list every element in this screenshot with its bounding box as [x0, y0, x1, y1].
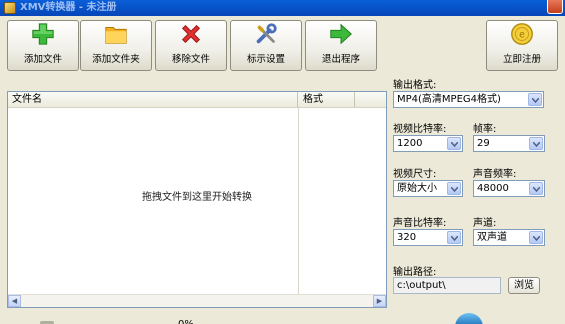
- register-now-button[interactable]: e 立即注册: [486, 20, 558, 71]
- chevron-down-icon[interactable]: [529, 231, 543, 244]
- chevron-down-icon[interactable]: [447, 231, 461, 244]
- frame-rate-value: 29: [477, 138, 490, 149]
- add-folder-label: 添加文件夹: [92, 54, 140, 65]
- output-path-field[interactable]: c:\output\: [393, 277, 501, 294]
- scroll-left-arrow-icon[interactable]: ◀: [8, 295, 21, 307]
- wrench-screwdriver-icon: [256, 23, 277, 44]
- chevron-down-icon[interactable]: [447, 137, 461, 150]
- arrow-right-icon: [330, 23, 352, 45]
- frame-rate-label: 帧率:: [473, 124, 497, 135]
- x-icon: [181, 24, 201, 44]
- chevron-down-icon[interactable]: [528, 93, 542, 106]
- exit-program-label: 退出程序: [321, 54, 360, 65]
- drop-hint: 拖拽文件到这里开始转换: [142, 192, 252, 203]
- register-now-label: 立即注册: [502, 54, 541, 65]
- file-list[interactable]: 文件名 格式 拖拽文件到这里开始转换 ◀ ▶: [7, 91, 387, 308]
- remove-file-label: 移除文件: [171, 54, 210, 65]
- add-file-button[interactable]: 添加文件: [7, 20, 79, 71]
- output-format-label: 输出格式:: [393, 80, 437, 91]
- app-icon: [4, 2, 16, 14]
- add-file-label: 添加文件: [23, 54, 62, 65]
- output-format-value: MP4(高清MPEG4格式): [397, 94, 501, 105]
- convert-start-icon[interactable]: [455, 313, 483, 324]
- file-list-header: 文件名 格式: [8, 92, 386, 108]
- video-bitrate-label: 视频比特率:: [393, 124, 447, 135]
- frame-rate-select[interactable]: 29: [473, 135, 545, 152]
- audio-channels-select[interactable]: 双声道: [473, 229, 545, 246]
- output-format-select[interactable]: MP4(高清MPEG4格式): [393, 91, 544, 108]
- video-size-select[interactable]: 原始大小: [393, 180, 463, 197]
- browse-button[interactable]: 浏览: [508, 277, 540, 294]
- close-button[interactable]: [547, 0, 563, 14]
- output-path-label: 输出路径:: [393, 267, 437, 278]
- plus-icon: [32, 23, 54, 45]
- title-bar: XMV转换器 - 未注册: [0, 0, 565, 16]
- video-bitrate-select[interactable]: 1200: [393, 135, 463, 152]
- show-settings-button[interactable]: 标示设置: [230, 20, 302, 71]
- svg-text:e: e: [519, 30, 525, 41]
- exit-program-button[interactable]: 退出程序: [305, 20, 377, 71]
- audio-bitrate-select[interactable]: 320: [393, 229, 463, 246]
- show-settings-label: 标示设置: [246, 54, 285, 65]
- audio-bitrate-label: 声音比特率:: [393, 218, 447, 229]
- chevron-down-icon[interactable]: [447, 182, 461, 195]
- video-bitrate-value: 1200: [397, 138, 423, 149]
- chevron-down-icon[interactable]: [529, 182, 543, 195]
- toolbar: 添加文件 添加文件夹 移除文件 标示设置 退出程序 e 立即注册: [0, 16, 565, 72]
- audio-sample-rate-select[interactable]: 48000: [473, 180, 545, 197]
- column-header-format[interactable]: 格式: [299, 92, 355, 107]
- audio-bitrate-value: 320: [397, 232, 417, 243]
- video-size-label: 视频尺寸:: [393, 169, 437, 180]
- chevron-down-icon[interactable]: [529, 137, 543, 150]
- video-size-value: 原始大小: [397, 183, 437, 194]
- window-title: XMV转换器 - 未注册: [20, 1, 117, 13]
- horizontal-scrollbar[interactable]: ◀ ▶: [8, 294, 386, 307]
- scroll-right-arrow-icon[interactable]: ▶: [373, 295, 386, 307]
- remove-file-button[interactable]: 移除文件: [155, 20, 227, 71]
- progress-percent: 0%: [178, 319, 194, 324]
- audio-sample-rate-value: 48000: [477, 183, 509, 194]
- coin-icon: e: [511, 23, 533, 45]
- audio-sample-rate-label: 声音频率:: [473, 169, 517, 180]
- audio-channels-value: 双声道: [477, 232, 507, 243]
- audio-channels-label: 声道:: [473, 218, 497, 229]
- column-header-filename[interactable]: 文件名: [8, 92, 298, 107]
- folder-icon: [105, 27, 127, 44]
- add-folder-button[interactable]: 添加文件夹: [80, 20, 152, 71]
